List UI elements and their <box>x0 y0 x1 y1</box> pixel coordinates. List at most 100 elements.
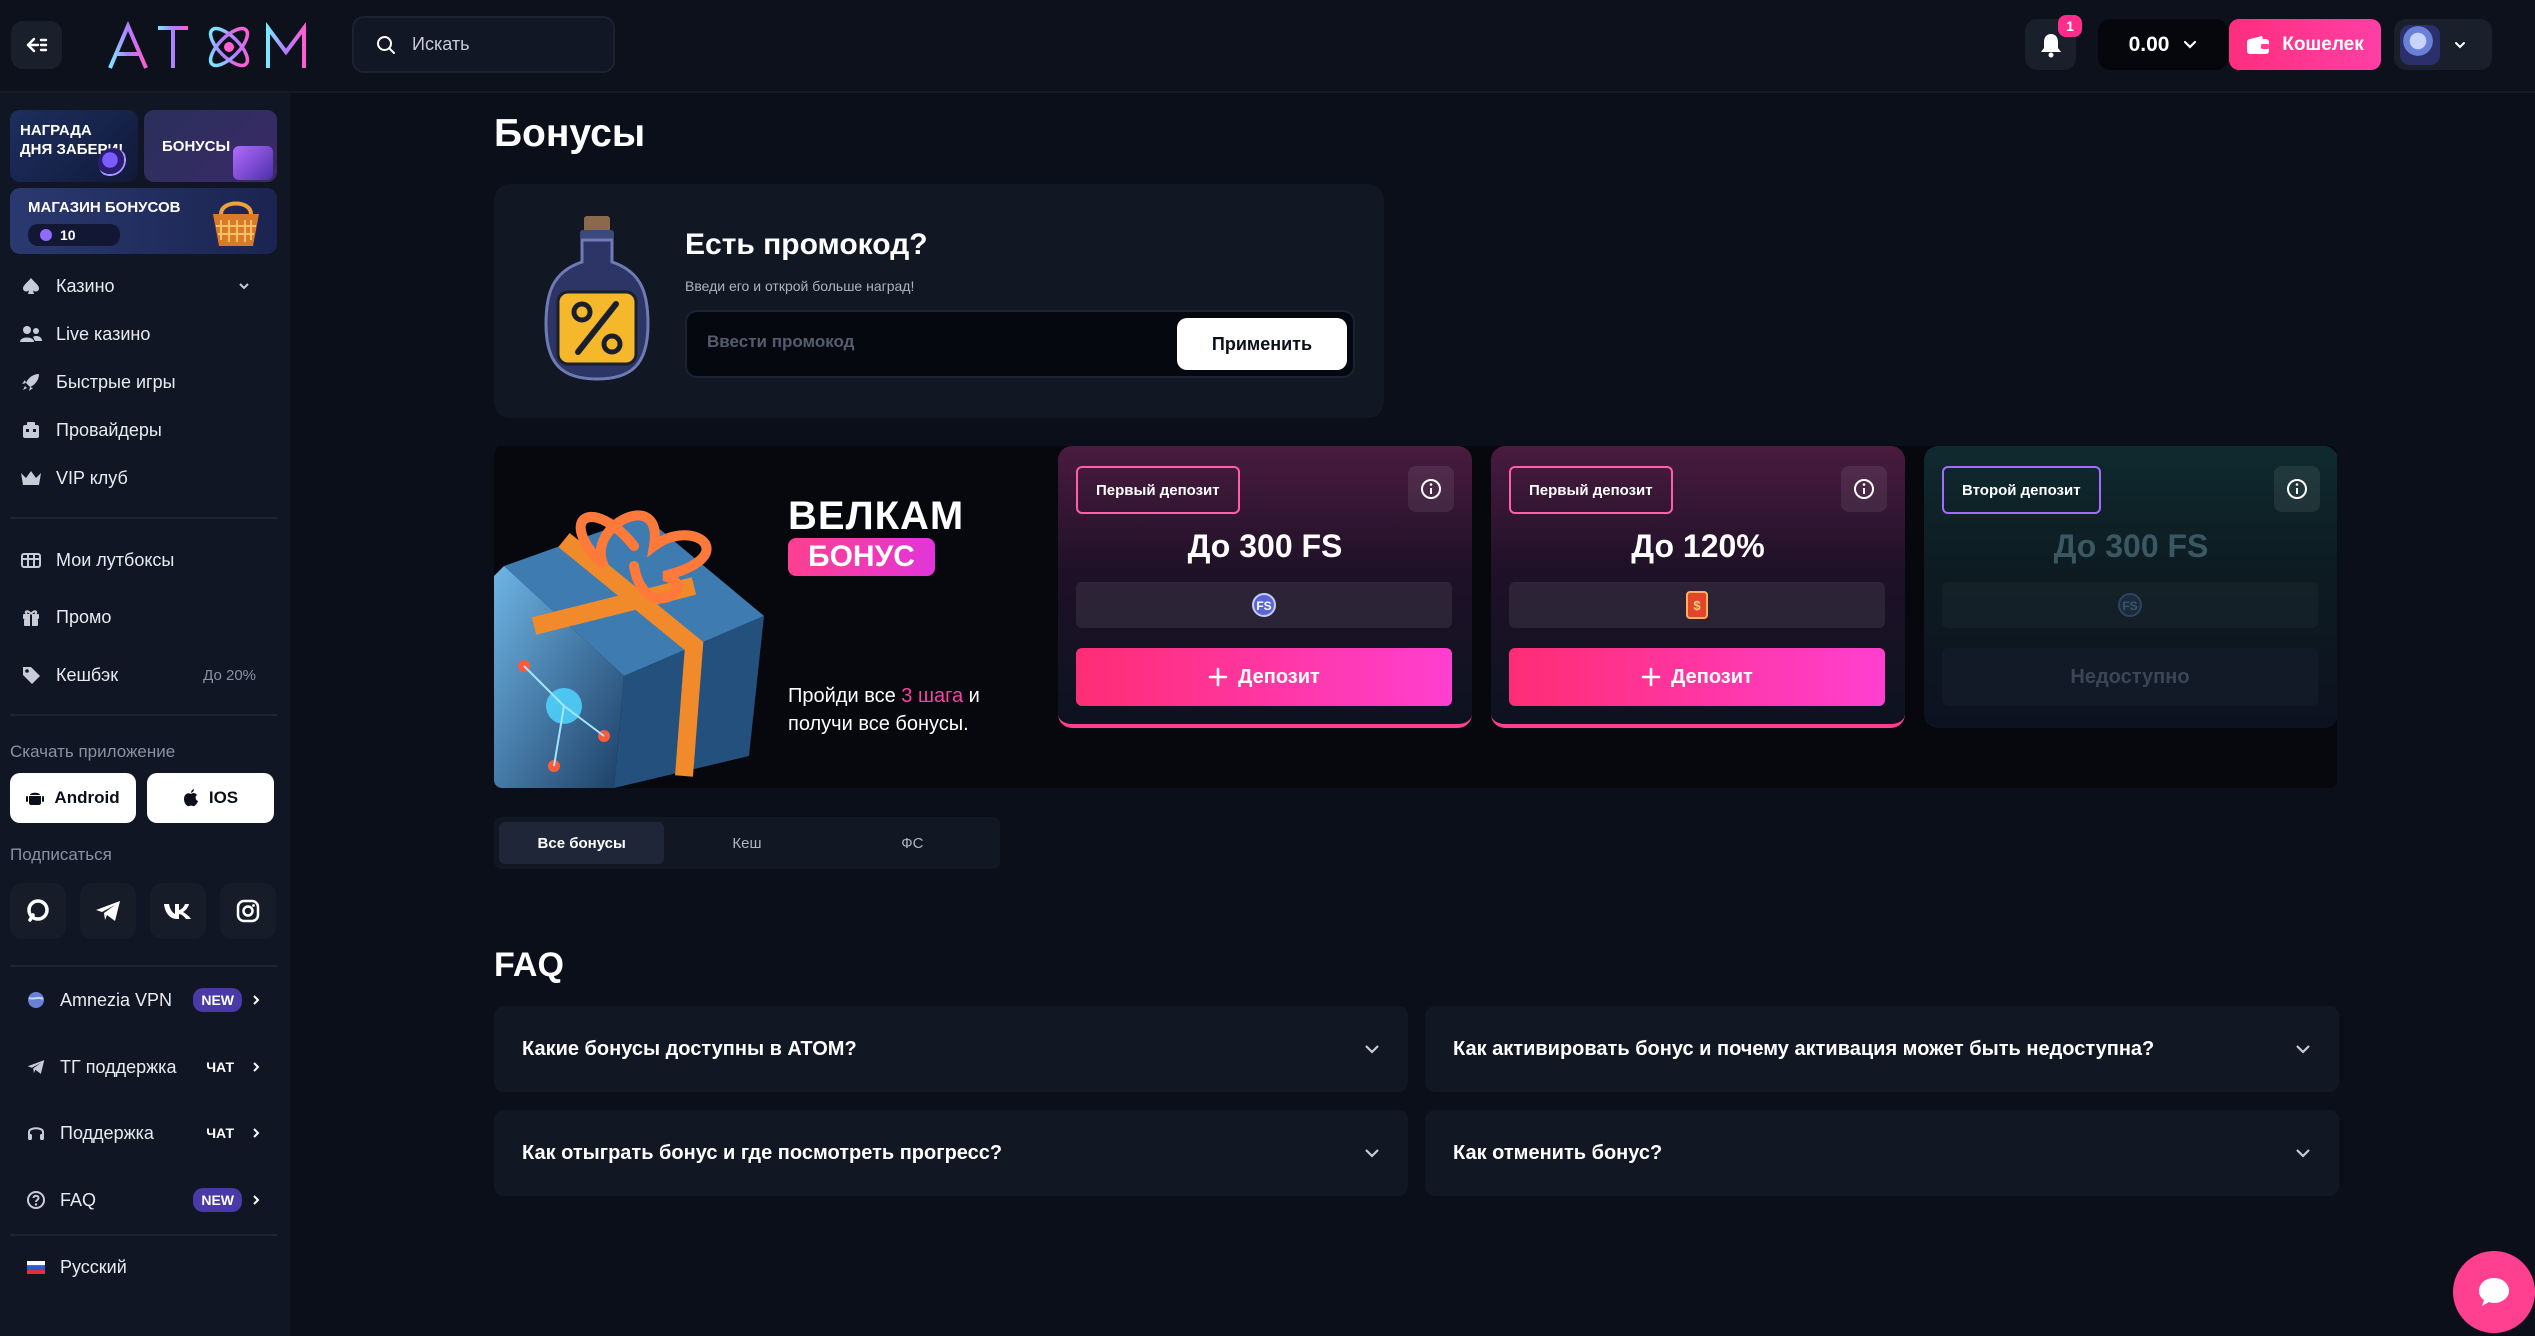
telegram-button[interactable] <box>80 883 136 939</box>
svg-text:FS: FS <box>2122 599 2137 613</box>
faq-item[interactable]: Какие бонусы доступны в ATOM? <box>494 1006 1408 1092</box>
orb-icon <box>98 148 128 178</box>
faq-item[interactable]: Как отыграть бонус и где посмотреть прог… <box>494 1110 1408 1196</box>
support-chat-button[interactable] <box>2453 1251 2535 1333</box>
chevron-down-icon <box>2296 1045 2310 1054</box>
sidebar-link-support[interactable]: Поддержка ЧАТ <box>24 1115 260 1151</box>
deposit-button[interactable]: Депозит <box>1076 648 1452 706</box>
language-label: Русский <box>60 1256 127 1277</box>
plus-icon <box>1208 667 1228 687</box>
sidebar-item-providers[interactable]: Провайдеры <box>20 415 162 445</box>
notifications-button[interactable]: 1 <box>2025 15 2082 70</box>
gift-icon <box>20 606 42 628</box>
tab-cash[interactable]: Кеш <box>664 822 829 864</box>
deposit-amount: До 300 FS <box>1187 528 1343 564</box>
welcome-title: ВЕЛКАМ <box>788 494 965 538</box>
sidebar-item-casino[interactable]: Казино <box>20 271 250 301</box>
user-menu[interactable] <box>2394 19 2492 70</box>
crown-icon <box>20 467 42 489</box>
balance-value: 0.00 <box>2128 32 2170 56</box>
deposit-step-tag: Второй депозит <box>1942 466 2101 514</box>
sidebar-item-promo[interactable]: Промо <box>20 602 111 632</box>
deposit-card-1: Первый депозит До 300 FS FS Депозит <box>1058 446 1472 728</box>
info-button[interactable] <box>1841 466 1887 512</box>
search-input[interactable] <box>412 34 592 55</box>
faq-item[interactable]: Как активировать бонус и почему активаци… <box>1425 1006 2339 1092</box>
chat-bubble-icon <box>27 899 49 922</box>
daily-reward-tile[interactable]: НАГРАДА ДНЯ ЗАБЕРИ! <box>10 110 138 182</box>
ios-download-button[interactable]: IOS <box>147 773 274 823</box>
deposit-step-tag: Первый депозит <box>1509 466 1673 514</box>
sidebar-item-label: Live казино <box>56 323 151 344</box>
sidebar-link-label: ТГ поддержка <box>60 1056 177 1077</box>
chevron-down-icon <box>2455 41 2465 48</box>
bonus-shop-tile[interactable]: МАГАЗИН БОНУСОВ 10 <box>10 188 277 254</box>
gift-box-illustration <box>494 510 764 788</box>
apple-icon <box>183 789 198 807</box>
wallet-button[interactable]: Кошелек <box>2229 19 2381 70</box>
bonuses-tile-label: БОНУСЫ <box>162 137 231 155</box>
faq-item[interactable]: Как отменить бонус? <box>1425 1110 2339 1196</box>
divider <box>10 1234 277 1236</box>
tab-freespins[interactable]: ФС <box>830 822 995 864</box>
welcome-badge: БОНУС <box>788 538 935 576</box>
android-label: Android <box>54 788 120 807</box>
promo-code-input[interactable] <box>707 332 1147 352</box>
android-download-button[interactable]: Android <box>10 773 136 823</box>
deposit-amount: До 120% <box>1631 528 1765 564</box>
reward-preview: FS <box>1076 582 1452 628</box>
vk-button[interactable] <box>150 883 206 939</box>
tag-icon <box>20 664 42 686</box>
welcome-description: Пройди все 3 шага и получи все бонусы. <box>788 682 1018 738</box>
chat-social-button[interactable] <box>10 883 66 939</box>
chat-badge: ЧАТ <box>206 1059 234 1075</box>
deposit-button-label: Депозит <box>1671 665 1753 688</box>
bell-icon <box>2040 33 2061 57</box>
sidebar-link-tg-support[interactable]: ТГ поддержка ЧАТ <box>24 1049 260 1085</box>
collapse-sidebar-button[interactable] <box>11 21 62 69</box>
tab-all-bonuses[interactable]: Все бонусы <box>499 822 665 864</box>
bonus-shop-balance: 10 <box>28 224 120 246</box>
language-selector[interactable]: Русский <box>24 1249 260 1285</box>
promo-code-card: Есть промокод? Введи его и открой больше… <box>494 184 1384 418</box>
welcome-bonus-banner: ВЕЛКАМ БОНУС Пройди все 3 шага и получи … <box>494 446 2337 788</box>
divider <box>10 965 277 967</box>
chevron-right-icon <box>253 1062 260 1072</box>
sidebar-item-lootboxes[interactable]: Мои лутбоксы <box>20 545 174 575</box>
sidebar-item-label: Провайдеры <box>56 419 162 440</box>
balance-dropdown[interactable]: 0.00 <box>2098 19 2228 70</box>
divider <box>10 714 277 716</box>
sidebar-link-label: Amnezia VPN <box>60 989 173 1010</box>
deposit-button-label: Депозит <box>1238 665 1320 688</box>
sidebar-link-amnezia-vpn[interactable]: Amnezia VPN NEW <box>24 982 260 1018</box>
sidebar-link-faq[interactable]: FAQ NEW <box>24 1182 260 1218</box>
sidebar-item-label: Быстрые игры <box>56 371 176 392</box>
info-button[interactable] <box>2274 466 2320 512</box>
info-button[interactable] <box>1408 466 1454 512</box>
top-header: 1 0.00 Кошелек <box>0 0 2535 93</box>
atom-logo[interactable] <box>106 16 312 76</box>
sidebar-item-vip-club[interactable]: VIP клуб <box>20 463 128 493</box>
chevron-right-icon <box>253 1195 260 1205</box>
instagram-button[interactable] <box>220 883 276 939</box>
search-box[interactable] <box>352 16 615 73</box>
sidebar-item-label: Мои лутбоксы <box>56 549 175 570</box>
info-icon <box>2287 479 2307 499</box>
sidebar-item-live-casino[interactable]: Live казино <box>20 319 150 349</box>
ios-label: IOS <box>208 788 239 807</box>
chevron-down-icon <box>1365 1149 1379 1158</box>
new-badge: NEW <box>193 988 242 1012</box>
bonuses-tile[interactable]: БОНУСЫ <box>144 110 277 182</box>
russia-flag-icon <box>24 1255 48 1279</box>
basket-icon <box>213 201 259 246</box>
apply-promo-button[interactable]: Применить <box>1177 318 1347 370</box>
download-app-label: Скачать приложение <box>10 742 176 761</box>
deposit-amount: До 300 FS <box>2053 528 2209 564</box>
telegram-icon <box>24 1055 48 1079</box>
sidebar-item-cashback[interactable]: Кешбэк До 20% <box>20 660 256 690</box>
deposit-button[interactable]: Депозит <box>1509 648 1885 706</box>
telegram-icon <box>96 901 120 921</box>
users-icon <box>20 323 42 345</box>
sidebar-item-fast-games[interactable]: Быстрые игры <box>20 367 176 397</box>
reward-preview: FS <box>1942 582 2318 628</box>
